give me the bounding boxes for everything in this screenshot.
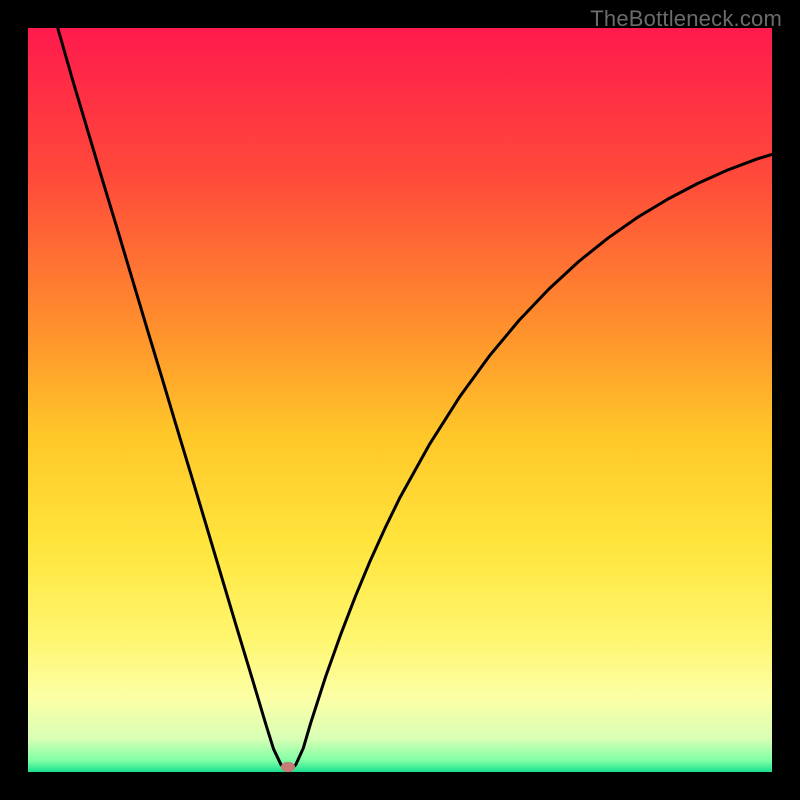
chart-background [28,28,772,772]
watermark-text: TheBottleneck.com [590,6,782,32]
optimum-marker [281,762,295,772]
chart-frame [28,28,772,772]
